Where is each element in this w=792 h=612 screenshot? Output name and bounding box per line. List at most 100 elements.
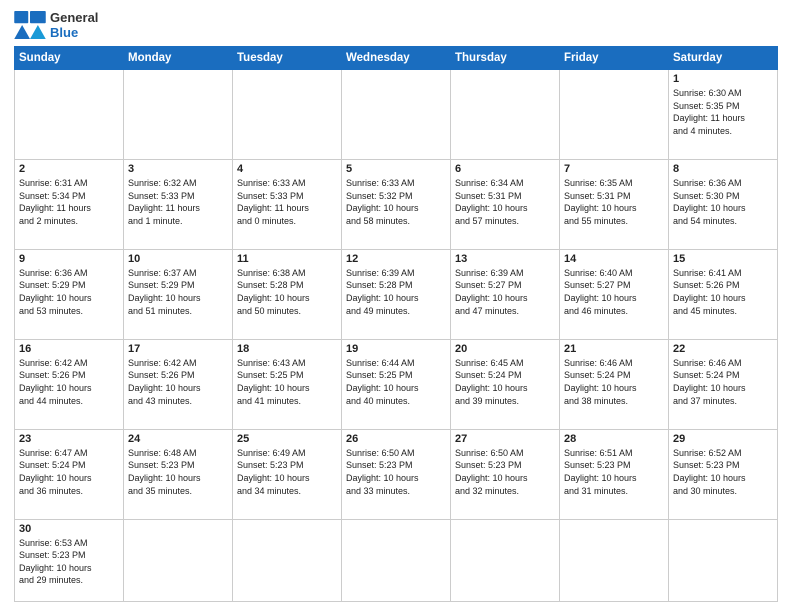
calendar-cell	[669, 519, 778, 601]
weekday-header-thursday: Thursday	[451, 47, 560, 70]
day-number: 20	[455, 343, 555, 355]
day-info: Sunrise: 6:36 AM Sunset: 5:29 PM Dayligh…	[19, 267, 119, 317]
calendar-row: 16 Sunrise: 6:42 AM Sunset: 5:26 PM Dayli…	[15, 339, 778, 429]
day-number: 10	[128, 253, 228, 265]
day-number: 12	[346, 253, 446, 265]
weekday-header-tuesday: Tuesday	[233, 47, 342, 70]
day-info: Sunrise: 6:42 AM Sunset: 5:26 PM Dayligh…	[128, 357, 228, 407]
calendar-cell: 21Sunrise: 6:46 AM Sunset: 5:24 PM Dayli…	[560, 339, 669, 429]
day-info: Sunrise: 6:31 AM Sunset: 5:34 PM Dayligh…	[19, 177, 119, 227]
day-number: 2	[19, 163, 119, 175]
day-number: 3	[128, 163, 228, 175]
calendar-cell	[560, 519, 669, 601]
weekday-header-wednesday: Wednesday	[342, 47, 451, 70]
day-number: 15	[673, 253, 773, 265]
day-info: Sunrise: 6:39 AM Sunset: 5:28 PM Dayligh…	[346, 267, 446, 317]
day-info: Sunrise: 6:45 AM Sunset: 5:24 PM Dayligh…	[455, 357, 555, 407]
day-number: 7	[564, 163, 664, 175]
calendar-cell: 8 Sunrise: 6:36 AM Sunset: 5:30 PM Daylig…	[669, 159, 778, 249]
day-number: 28	[564, 433, 664, 445]
day-info: Sunrise: 6:53 AM Sunset: 5:23 PM Dayligh…	[19, 537, 119, 587]
day-info: Sunrise: 6:51 AM Sunset: 5:23 PM Dayligh…	[564, 447, 664, 497]
calendar-cell: 9 Sunrise: 6:36 AM Sunset: 5:29 PM Daylig…	[15, 249, 124, 339]
calendar-cell	[233, 70, 342, 160]
calendar-cell	[233, 519, 342, 601]
calendar-cell: 6 Sunrise: 6:34 AM Sunset: 5:31 PM Daylig…	[451, 159, 560, 249]
calendar-cell	[342, 70, 451, 160]
day-info: Sunrise: 6:48 AM Sunset: 5:23 PM Dayligh…	[128, 447, 228, 497]
calendar-cell: 15 Sunrise: 6:41 AM Sunset: 5:26 PM Dayli…	[669, 249, 778, 339]
weekday-header-friday: Friday	[560, 47, 669, 70]
logo-icon	[14, 11, 46, 39]
calendar-cell	[560, 70, 669, 160]
day-number: 14	[564, 253, 664, 265]
calendar-cell: 2 Sunrise: 6:31 AM Sunset: 5:34 PM Daylig…	[15, 159, 124, 249]
day-info: Sunrise: 6:32 AM Sunset: 5:33 PM Dayligh…	[128, 177, 228, 227]
day-number: 17	[128, 343, 228, 355]
calendar-cell: 5Sunrise: 6:33 AM Sunset: 5:32 PM Daylig…	[342, 159, 451, 249]
calendar-cell: 16 Sunrise: 6:42 AM Sunset: 5:26 PM Dayli…	[15, 339, 124, 429]
day-number: 11	[237, 253, 337, 265]
day-info: Sunrise: 6:52 AM Sunset: 5:23 PM Dayligh…	[673, 447, 773, 497]
calendar-cell	[124, 519, 233, 601]
day-number: 23	[19, 433, 119, 445]
day-info: Sunrise: 6:50 AM Sunset: 5:23 PM Dayligh…	[346, 447, 446, 497]
day-info: Sunrise: 6:46 AM Sunset: 5:24 PM Dayligh…	[564, 357, 664, 407]
calendar-row: 1 Sunrise: 6:30 AM Sunset: 5:35 PM Daylig…	[15, 70, 778, 160]
calendar-cell: 4Sunrise: 6:33 AM Sunset: 5:33 PM Daylig…	[233, 159, 342, 249]
calendar-cell: 7 Sunrise: 6:35 AM Sunset: 5:31 PM Daylig…	[560, 159, 669, 249]
calendar-table: SundayMondayTuesdayWednesdayThursdayFrid…	[14, 46, 778, 602]
day-info: Sunrise: 6:49 AM Sunset: 5:23 PM Dayligh…	[237, 447, 337, 497]
day-number: 24	[128, 433, 228, 445]
day-info: Sunrise: 6:44 AM Sunset: 5:25 PM Dayligh…	[346, 357, 446, 407]
calendar-cell: 1 Sunrise: 6:30 AM Sunset: 5:35 PM Daylig…	[669, 70, 778, 160]
day-info: Sunrise: 6:35 AM Sunset: 5:31 PM Dayligh…	[564, 177, 664, 227]
day-info: Sunrise: 6:43 AM Sunset: 5:25 PM Dayligh…	[237, 357, 337, 407]
calendar-cell: 19 Sunrise: 6:44 AM Sunset: 5:25 PM Dayli…	[342, 339, 451, 429]
calendar-cell: 28 Sunrise: 6:51 AM Sunset: 5:23 PM Dayli…	[560, 429, 669, 519]
day-number: 13	[455, 253, 555, 265]
calendar-cell: 10Sunrise: 6:37 AM Sunset: 5:29 PM Dayli…	[124, 249, 233, 339]
day-info: Sunrise: 6:34 AM Sunset: 5:31 PM Dayligh…	[455, 177, 555, 227]
calendar-cell: 18 Sunrise: 6:43 AM Sunset: 5:25 PM Dayli…	[233, 339, 342, 429]
day-info: Sunrise: 6:40 AM Sunset: 5:27 PM Dayligh…	[564, 267, 664, 317]
day-number: 29	[673, 433, 773, 445]
calendar-cell: 30 Sunrise: 6:53 AM Sunset: 5:23 PM Dayli…	[15, 519, 124, 601]
day-info: Sunrise: 6:46 AM Sunset: 5:24 PM Dayligh…	[673, 357, 773, 407]
calendar-cell: 20 Sunrise: 6:45 AM Sunset: 5:24 PM Dayli…	[451, 339, 560, 429]
day-info: Sunrise: 6:38 AM Sunset: 5:28 PM Dayligh…	[237, 267, 337, 317]
day-number: 1	[673, 73, 773, 85]
day-number: 30	[19, 523, 119, 535]
day-info: Sunrise: 6:42 AM Sunset: 5:26 PM Dayligh…	[19, 357, 119, 407]
day-info: Sunrise: 6:36 AM Sunset: 5:30 PM Dayligh…	[673, 177, 773, 227]
day-number: 25	[237, 433, 337, 445]
day-number: 27	[455, 433, 555, 445]
day-info: Sunrise: 6:30 AM Sunset: 5:35 PM Dayligh…	[673, 87, 773, 137]
day-number: 18	[237, 343, 337, 355]
calendar-row: 23Sunrise: 6:47 AM Sunset: 5:24 PM Dayli…	[15, 429, 778, 519]
day-info: Sunrise: 6:41 AM Sunset: 5:26 PM Dayligh…	[673, 267, 773, 317]
calendar-row: 9 Sunrise: 6:36 AM Sunset: 5:29 PM Daylig…	[15, 249, 778, 339]
calendar-cell	[451, 70, 560, 160]
day-number: 6	[455, 163, 555, 175]
calendar-cell: 27 Sunrise: 6:50 AM Sunset: 5:23 PM Dayli…	[451, 429, 560, 519]
day-number: 9	[19, 253, 119, 265]
logo: General Blue	[14, 10, 98, 40]
page: General Blue SundayMondayTuesdayWednesda…	[0, 0, 792, 612]
day-number: 16	[19, 343, 119, 355]
day-number: 26	[346, 433, 446, 445]
day-info: Sunrise: 6:39 AM Sunset: 5:27 PM Dayligh…	[455, 267, 555, 317]
day-info: Sunrise: 6:33 AM Sunset: 5:33 PM Dayligh…	[237, 177, 337, 227]
calendar-cell: 23Sunrise: 6:47 AM Sunset: 5:24 PM Dayli…	[15, 429, 124, 519]
calendar-cell: 22Sunrise: 6:46 AM Sunset: 5:24 PM Dayli…	[669, 339, 778, 429]
day-number: 8	[673, 163, 773, 175]
day-info: Sunrise: 6:50 AM Sunset: 5:23 PM Dayligh…	[455, 447, 555, 497]
calendar-cell: 26 Sunrise: 6:50 AM Sunset: 5:23 PM Dayli…	[342, 429, 451, 519]
day-number: 19	[346, 343, 446, 355]
day-info: Sunrise: 6:33 AM Sunset: 5:32 PM Dayligh…	[346, 177, 446, 227]
calendar-cell	[451, 519, 560, 601]
calendar-row: 2 Sunrise: 6:31 AM Sunset: 5:34 PM Daylig…	[15, 159, 778, 249]
weekday-header-monday: Monday	[124, 47, 233, 70]
calendar-cell: 24 Sunrise: 6:48 AM Sunset: 5:23 PM Dayli…	[124, 429, 233, 519]
calendar-cell: 17 Sunrise: 6:42 AM Sunset: 5:26 PM Dayli…	[124, 339, 233, 429]
